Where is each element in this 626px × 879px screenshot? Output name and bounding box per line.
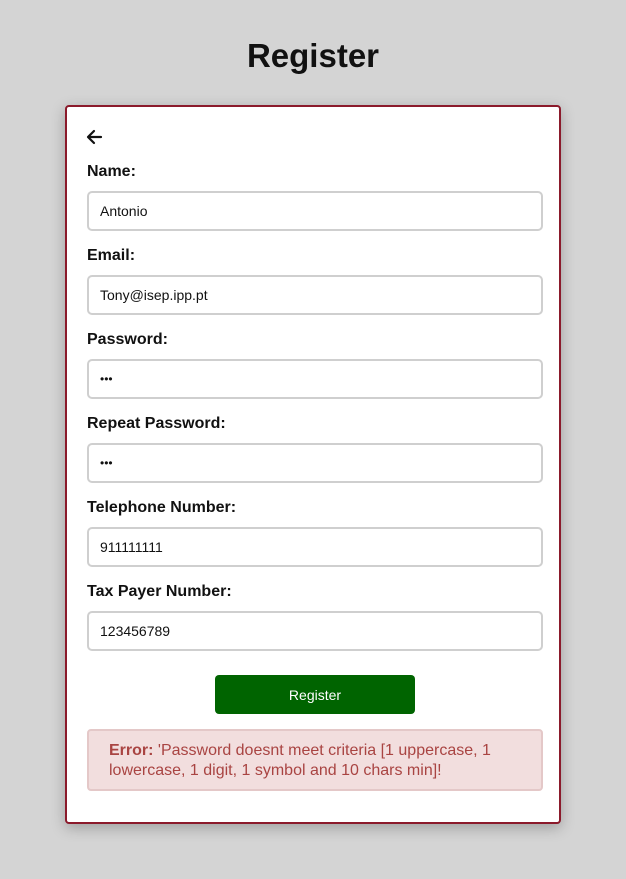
tax-payer-label: Tax Payer Number: (87, 583, 232, 600)
error-message: 'Password doesnt meet criteria [1 upperc… (109, 742, 491, 779)
password-input[interactable] (87, 359, 543, 399)
register-form-card: Name: Email: Password: Repeat Password: … (65, 105, 561, 824)
page-title: Register (246, 37, 380, 74)
tax-payer-input[interactable] (87, 611, 543, 651)
email-label: Email: (87, 247, 136, 264)
error-alert: Error: 'Password doesnt meet criteria [1… (87, 729, 543, 791)
repeat-password-label: Repeat Password: (87, 415, 226, 432)
back-arrow-icon[interactable] (85, 127, 105, 147)
name-input[interactable] (87, 191, 543, 231)
name-label: Name: (87, 163, 136, 180)
repeat-password-input[interactable] (87, 443, 543, 483)
telephone-label: Telephone Number: (87, 499, 237, 516)
telephone-input[interactable] (87, 527, 543, 567)
email-input[interactable] (87, 275, 543, 315)
register-button[interactable]: Register (215, 675, 415, 714)
password-label: Password: (87, 331, 168, 348)
error-prefix: Error: (109, 742, 154, 759)
